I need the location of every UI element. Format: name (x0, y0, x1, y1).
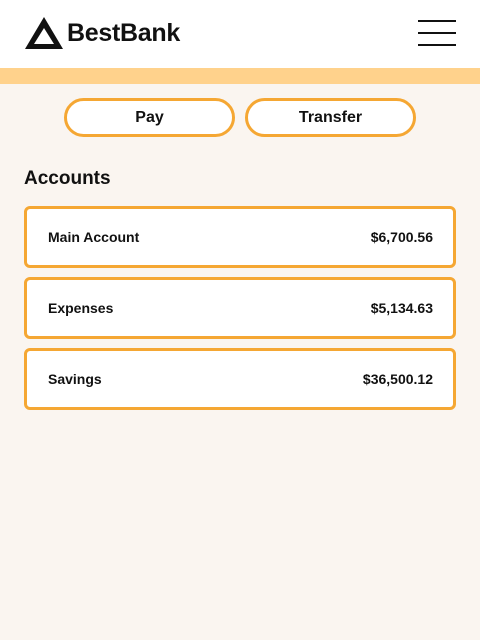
app-header: BestBank (0, 0, 480, 68)
hamburger-menu-icon[interactable] (418, 20, 456, 46)
menu-line (418, 32, 456, 34)
triangle-logo-icon (25, 17, 63, 49)
account-balance: $36,500.12 (362, 371, 433, 387)
accent-strip (0, 68, 480, 84)
account-name: Main Account (48, 229, 140, 245)
account-card-main[interactable]: Main Account $6,700.56 (24, 206, 456, 268)
menu-line (418, 44, 456, 46)
menu-line (418, 20, 456, 22)
accounts-heading: Accounts (24, 168, 111, 189)
account-name: Savings (48, 371, 102, 387)
account-balance: $6,700.56 (370, 229, 433, 245)
account-card-savings[interactable]: Savings $36,500.12 (24, 348, 456, 410)
account-name: Expenses (48, 300, 114, 316)
account-card-expenses[interactable]: Expenses $5,134.63 (24, 277, 456, 339)
brand-name: BestBank (67, 18, 180, 47)
brand-logo[interactable]: BestBank (24, 15, 180, 51)
transfer-button[interactable]: Transfer (245, 98, 416, 137)
pay-button[interactable]: Pay (64, 98, 235, 137)
account-balance: $5,134.63 (370, 300, 433, 316)
